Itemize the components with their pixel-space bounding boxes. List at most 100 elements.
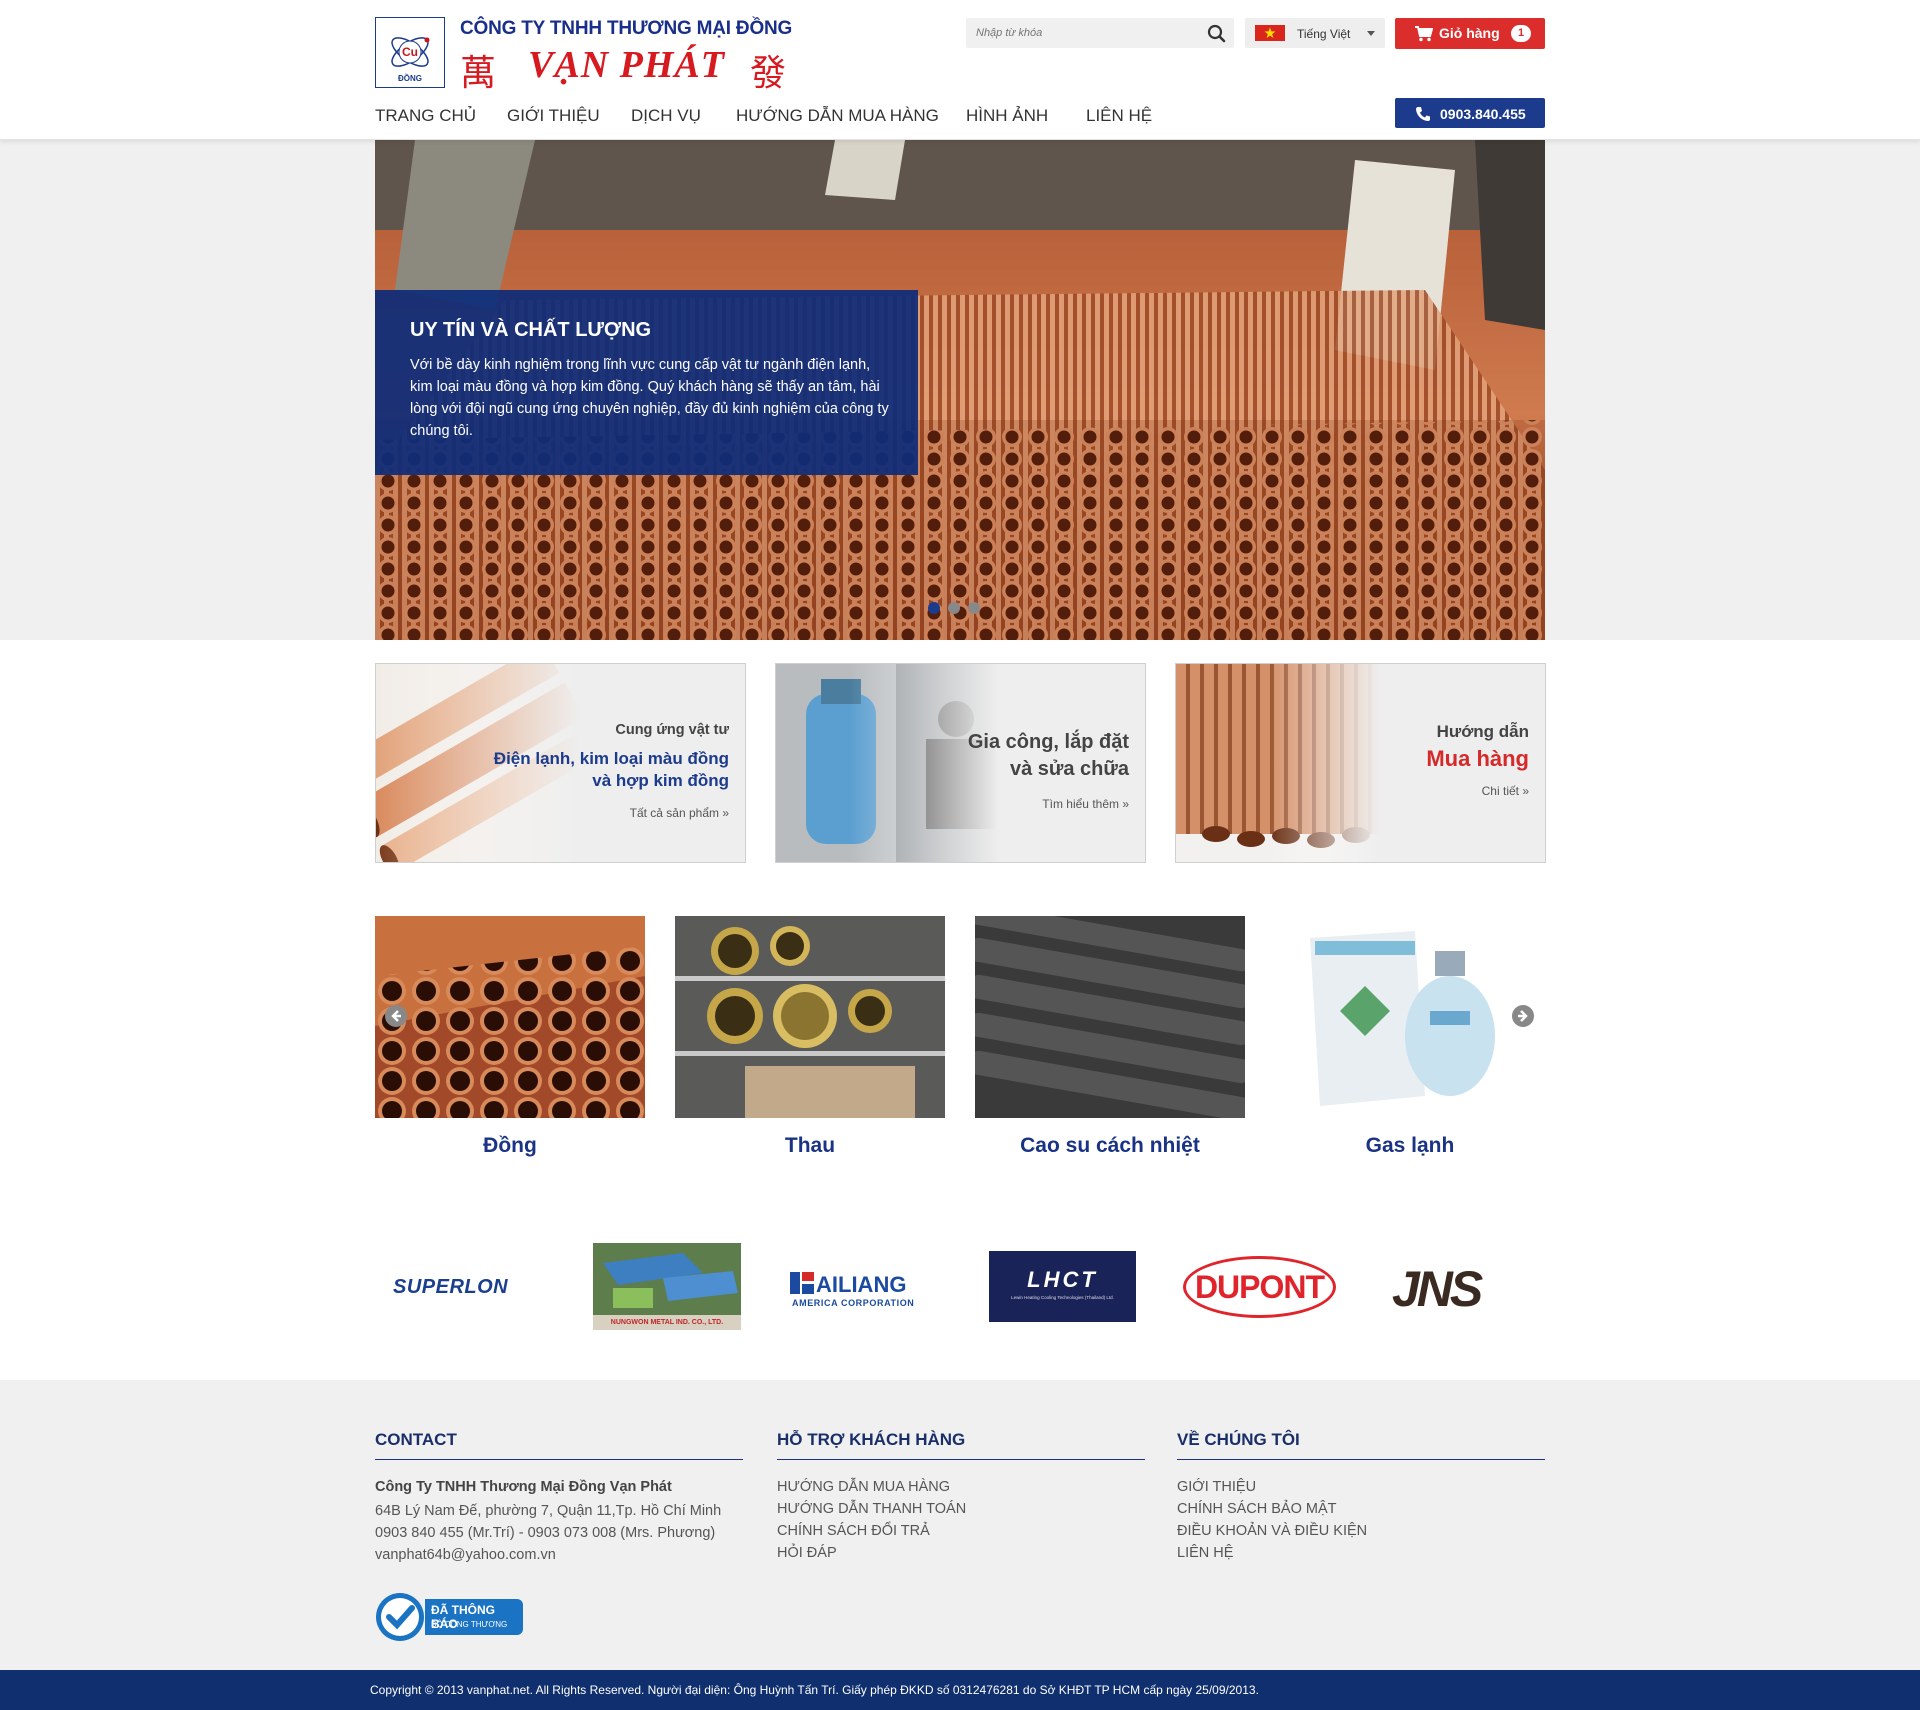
slider-dot-1[interactable]: [928, 602, 940, 614]
footer-link-privacy[interactable]: CHÍNH SÁCH BẢO MẬT: [1177, 1498, 1545, 1520]
logo-cu-text: Cu: [402, 45, 418, 59]
footer-about-heading: VỀ CHÚNG TÔI: [1177, 1430, 1545, 1460]
footer-address: 64B Lý Nam Đế, phường 7, Quận 11,Tp. Hồ …: [375, 1503, 722, 1519]
feature-supply-text: Cung ứng vật tư Điện lạnh, kim loại màu …: [429, 722, 729, 820]
feature-service-line2: và sửa chữa: [1009, 758, 1129, 780]
phone-icon: [1416, 107, 1430, 121]
vietnam-flag-icon: [1255, 25, 1285, 41]
product-image-copper: [375, 916, 645, 1118]
hailiang-mark-icon: [790, 1272, 814, 1294]
feature-service-text: Gia công, lắp đặt và sửa chữa Tìm hiểu t…: [869, 729, 1129, 811]
footer-link-return-policy[interactable]: CHÍNH SÁCH ĐỔI TRẢ: [777, 1520, 1145, 1542]
factory-image: [593, 1243, 741, 1315]
product-image-insulation: [975, 916, 1245, 1118]
carousel-prev-button[interactable]: [385, 1005, 407, 1027]
feature-box-supply[interactable]: Cung ứng vật tư Điện lạnh, kim loại màu …: [375, 663, 746, 863]
company-name: VẠN PHÁT: [528, 44, 725, 86]
nav-item-home[interactable]: TRANG CHỦ: [375, 106, 476, 126]
company-logo[interactable]: Cu ĐỒNG: [375, 17, 445, 88]
feature-supply-line3: và hợp kim đồng: [592, 771, 729, 790]
hotline-number: 0903.840.455: [1440, 106, 1526, 122]
hotline-button[interactable]: 0903.840.455: [1395, 98, 1545, 128]
hero-caption: UY TÍN VÀ CHẤT LƯỢNG Với bề dày kinh ngh…: [375, 290, 918, 475]
footer-support-heading: HỖ TRỢ KHÁCH HÀNG: [777, 1430, 1145, 1460]
feature-supply-line2: Điện lạnh, kim loại màu đồng: [493, 749, 729, 768]
footer-email[interactable]: vanphat64b@yahoo.com.vn: [375, 1544, 743, 1566]
footer-support-column: HỖ TRỢ KHÁCH HÀNG HƯỚNG DẪN MUA HÀNG HƯỚ…: [777, 1430, 1145, 1564]
feature-box-service[interactable]: Gia công, lắp đặt và sửa chữa Tìm hiểu t…: [775, 663, 1146, 863]
search-input[interactable]: [966, 18, 1196, 48]
cart-label: Giỏ hàng: [1439, 25, 1500, 41]
feature-guide-text: Hướng dẫn Mua hàng Chi tiết »: [1329, 722, 1529, 798]
footer-phones: 0903 840 455 (Mr.Trí) - 0903 073 008 (Mr…: [375, 1525, 716, 1541]
details-link[interactable]: Chi tiết »: [1329, 784, 1529, 798]
cart-count-badge: 1: [1511, 25, 1531, 42]
feature-supply-line1: Cung ứng vật tư: [615, 722, 729, 738]
chevron-down-icon: [1367, 31, 1375, 36]
registered-badge[interactable]: ĐÃ THÔNG BÁO BỘ CÔNG THƯƠNG: [375, 1592, 523, 1642]
footer-link-about[interactable]: GIỚI THIỆU: [1177, 1476, 1545, 1498]
footer-about-column: VỀ CHÚNG TÔI GIỚI THIỆU CHÍNH SÁCH BẢO M…: [1177, 1430, 1545, 1564]
product-card-refrigerant[interactable]: Gas lạnh: [1275, 916, 1545, 1157]
logo-dong-text: ĐỒNG: [398, 74, 422, 83]
footer-contact-heading: CONTACT: [375, 1430, 743, 1460]
all-products-link[interactable]: Tất cả sản phẩm »: [429, 806, 729, 820]
product-name-copper[interactable]: Đồng: [375, 1134, 645, 1158]
language-selector[interactable]: Tiếng Việt: [1245, 18, 1385, 48]
badge-subtitle: BỘ CÔNG THƯƠNG: [431, 1620, 508, 1629]
nav-item-buying-guide[interactable]: HƯỚNG DẪN MUA HÀNG: [736, 106, 939, 126]
arrow-left-icon: [391, 1010, 401, 1022]
feature-guide-line2: Mua hàng: [1426, 746, 1529, 771]
cart-icon: [1415, 26, 1433, 42]
slider-dot-2[interactable]: [948, 602, 960, 614]
partner-logo-lhct[interactable]: LHCT Lewin Heating Cooling Technologies …: [989, 1251, 1136, 1322]
footer-link-faq[interactable]: HỎI ĐÁP: [777, 1542, 1145, 1564]
footer-contact-column: CONTACT Công Ty TNHH Thương Mại Đồng Vạn…: [375, 1430, 743, 1566]
carousel-next-button[interactable]: [1512, 1005, 1534, 1027]
hero-description: Với bề dày kinh nghiệm trong lĩnh vực cu…: [410, 357, 889, 439]
partner-logo-jns[interactable]: JNS: [1392, 1260, 1483, 1318]
partner-logo-superlon[interactable]: SUPERLON: [393, 1276, 508, 1299]
search-icon: [1207, 24, 1226, 43]
footer-link-contact[interactable]: LIÊN HỆ: [1177, 1542, 1545, 1564]
nav-item-services[interactable]: DỊCH VỤ: [631, 106, 701, 126]
copyright-text: Copyright © 2013 vanphat.net. All Rights…: [370, 1683, 1259, 1697]
hero-title: UY TÍN VÀ CHẤT LƯỢNG: [410, 319, 652, 341]
product-name-insulation[interactable]: Cao su cách nhiệt: [975, 1134, 1245, 1158]
partner-logo-dupont[interactable]: DUPONT: [1183, 1256, 1336, 1318]
lhct-name: LHCT: [1027, 1267, 1098, 1292]
footer-link-payment-guide[interactable]: HƯỚNG DẪN THANH TOÁN: [777, 1498, 1145, 1520]
checkmark-badge-icon: [376, 1593, 424, 1641]
footer-link-buying-guide[interactable]: HƯỚNG DẪN MUA HÀNG: [777, 1476, 1145, 1498]
nungwon-caption: NUNGWON METAL IND. CO., LTD.: [593, 1315, 741, 1330]
cart-button[interactable]: Giỏ hàng 1: [1395, 18, 1545, 49]
nav-item-gallery[interactable]: HÌNH ẢNH: [966, 106, 1048, 126]
dupont-name: DUPONT: [1194, 1269, 1325, 1305]
language-label: Tiếng Việt: [1297, 27, 1351, 41]
feature-box-buying-guide[interactable]: Hướng dẫn Mua hàng Chi tiết »: [1175, 663, 1546, 863]
product-image-refrigerant: [1275, 916, 1545, 1118]
feature-service-line1: Gia công, lắp đặt: [967, 731, 1129, 753]
nav-item-about[interactable]: GIỚI THIỆU: [507, 106, 600, 126]
product-image-brass: [675, 916, 945, 1118]
slider-dot-3[interactable]: [968, 602, 980, 614]
product-name-refrigerant[interactable]: Gas lạnh: [1275, 1134, 1545, 1158]
feature-guide-line1: Hướng dẫn: [1436, 722, 1529, 741]
lhct-subtitle: Lewin Heating Cooling Technologies (Thai…: [1011, 1295, 1114, 1300]
company-line1: CÔNG TY TNHH THƯƠNG MẠI ĐỒNG: [460, 18, 793, 39]
footer-link-terms[interactable]: ĐIỀU KHOẢN VÀ ĐIỀU KIỆN: [1177, 1520, 1545, 1542]
nav-item-contact[interactable]: LIÊN HỆ: [1086, 106, 1152, 126]
hero-slider[interactable]: UY TÍN VÀ CHẤT LƯỢNG Với bề dày kinh ngh…: [375, 140, 1545, 640]
learn-more-link[interactable]: Tìm hiểu thêm »: [869, 797, 1129, 811]
partner-logo-hailiang[interactable]: AILIANG AMERICA CORPORATION: [790, 1272, 942, 1312]
partner-logo-nungwon[interactable]: NUNGWON METAL IND. CO., LTD.: [593, 1243, 741, 1330]
han-char-left: 萬: [460, 53, 497, 94]
site-header: Cu ĐỒNG CÔNG TY TNHH THƯƠNG MẠI ĐỒNG 萬 V…: [0, 0, 1920, 140]
hailiang-name: AILIANG: [816, 1272, 907, 1297]
product-card-brass[interactable]: Thau: [675, 916, 945, 1157]
product-name-brass[interactable]: Thau: [675, 1134, 945, 1158]
search-button[interactable]: [1200, 18, 1234, 48]
product-card-insulation[interactable]: Cao su cách nhiệt: [975, 916, 1245, 1157]
han-char-right: 發: [750, 53, 787, 94]
product-card-copper[interactable]: Đồng: [375, 916, 645, 1157]
